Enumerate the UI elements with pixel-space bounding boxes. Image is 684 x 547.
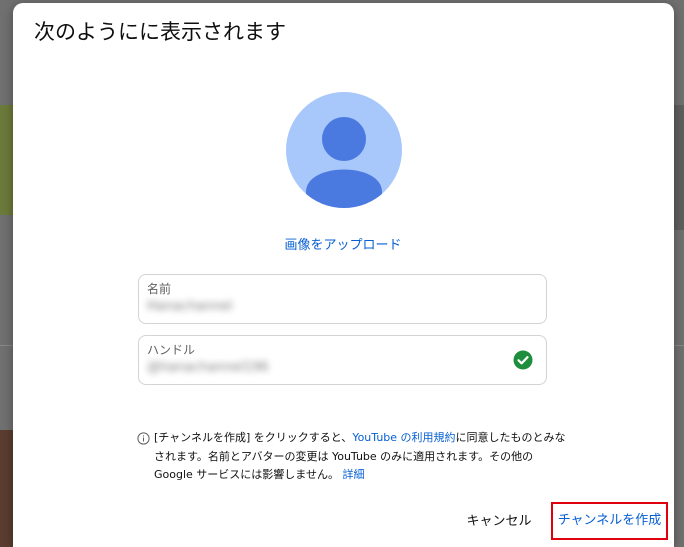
avatar-placeholder[interactable]: [286, 92, 402, 208]
terms-notice: [チャンネルを作成] をクリックすると、YouTube の利用規約に同意したもの…: [154, 429, 566, 485]
terms-of-service-link[interactable]: YouTube の利用規約: [352, 431, 455, 444]
info-icon: [137, 432, 150, 445]
handle-field[interactable]: ハンドル @hanachannel196: [138, 335, 547, 385]
dialog-title: 次のようにに表示されます: [34, 20, 286, 44]
learn-more-link[interactable]: 詳細: [342, 468, 364, 481]
name-field[interactable]: 名前 Hanachannel: [138, 274, 547, 324]
handle-field-label: ハンドル: [147, 343, 196, 357]
name-field-label: 名前: [147, 282, 172, 296]
background-thumbnail-bottom-left: [0, 430, 13, 547]
upload-image-link[interactable]: 画像をアップロード: [236, 234, 450, 253]
background-thumbnail-right: [674, 105, 684, 230]
background-thumbnail-left: [0, 105, 13, 215]
create-channel-button[interactable]: チャンネルを作成: [551, 502, 668, 540]
person-icon: [306, 117, 382, 208]
cancel-button[interactable]: キャンセル: [457, 509, 541, 535]
check-circle-icon: [513, 350, 533, 370]
name-field-value[interactable]: Hanachannel: [147, 299, 232, 314]
terms-notice-text-1: [チャンネルを作成] をクリックすると、: [154, 431, 353, 444]
handle-field-value[interactable]: @hanachannel196: [147, 360, 269, 375]
create-channel-dialog: 次のようにに表示されます 画像をアップロード 名前 Hanachannel ハン…: [13, 3, 674, 547]
